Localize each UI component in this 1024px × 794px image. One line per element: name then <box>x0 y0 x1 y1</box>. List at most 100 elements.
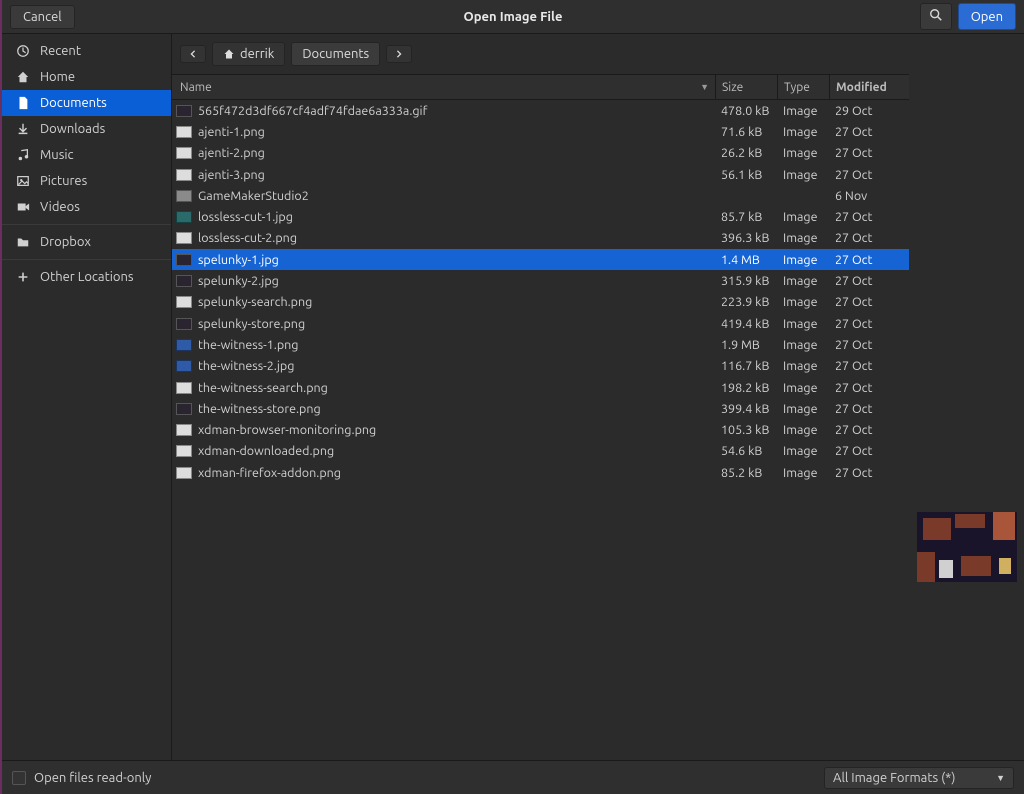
file-icon <box>176 232 192 244</box>
file-row[interactable]: lossless-cut-1.jpg85.7 kBImage27 Oct <box>172 206 909 227</box>
file-icon <box>176 467 192 479</box>
file-icon <box>176 339 192 351</box>
pathbar: derrik Documents <box>172 34 909 74</box>
column-headers: Name ▼ Size Type Modified <box>172 74 909 100</box>
file-name: spelunky-2.jpg <box>198 274 715 288</box>
sidebar-item-other-locations[interactable]: Other Locations <box>2 264 171 290</box>
file-name: xdman-firefox-addon.png <box>198 466 715 480</box>
sidebar-item-label: Downloads <box>40 122 105 136</box>
file-row[interactable]: GameMakerStudio26 Nov <box>172 185 909 206</box>
sidebar-item-label: Pictures <box>40 174 87 188</box>
file-type: Image <box>777 317 829 331</box>
sidebar-item-dropbox[interactable]: Dropbox <box>2 229 171 255</box>
path-home-segment[interactable]: derrik <box>212 42 285 66</box>
file-size: 396.3 kB <box>715 231 777 245</box>
dialog-title: Open Image File <box>2 10 1024 24</box>
file-type: Image <box>777 466 829 480</box>
column-header-type[interactable]: Type <box>777 75 829 99</box>
file-type: Image <box>777 444 829 458</box>
file-name: the-witness-store.png <box>198 402 715 416</box>
column-header-name[interactable]: Name ▼ <box>172 81 715 94</box>
file-icon <box>176 254 192 266</box>
path-back-button[interactable] <box>180 45 206 63</box>
file-modified: 27 Oct <box>829 338 909 352</box>
file-row[interactable]: ajenti-2.png26.2 kBImage27 Oct <box>172 143 909 164</box>
file-row[interactable]: the-witness-1.png1.9 MBImage27 Oct <box>172 334 909 355</box>
filter-label: All Image Formats (*) <box>833 771 955 785</box>
file-row[interactable]: 565f472d3df667cf4adf74fdae6a333a.gif478.… <box>172 100 909 121</box>
file-row[interactable]: spelunky-1.jpg1.4 MBImage27 Oct <box>172 249 909 270</box>
file-icon <box>176 360 192 372</box>
file-size: 85.7 kB <box>715 210 777 224</box>
path-home-label: derrik <box>240 47 274 61</box>
sidebar-item-recent[interactable]: Recent <box>2 38 171 64</box>
file-row[interactable]: ajenti-3.png56.1 kBImage27 Oct <box>172 164 909 185</box>
path-segment-documents[interactable]: Documents <box>291 42 380 66</box>
file-row[interactable]: spelunky-search.png223.9 kBImage27 Oct <box>172 292 909 313</box>
sidebar-item-music[interactable]: Music <box>2 142 171 168</box>
preview-thumbnail <box>917 512 1017 582</box>
readonly-checkbox[interactable] <box>12 771 26 785</box>
filter-dropdown[interactable]: All Image Formats (*) ▼ <box>824 767 1014 789</box>
sidebar-item-home[interactable]: Home <box>2 64 171 90</box>
file-row[interactable]: the-witness-2.jpg116.7 kBImage27 Oct <box>172 356 909 377</box>
file-type: Image <box>777 146 829 160</box>
music-icon <box>16 148 30 162</box>
file-size: 1.9 MB <box>715 338 777 352</box>
file-row[interactable]: xdman-downloaded.png54.6 kBImage27 Oct <box>172 441 909 462</box>
file-row[interactable]: spelunky-2.jpg315.9 kBImage27 Oct <box>172 270 909 291</box>
file-name: GameMakerStudio2 <box>198 189 715 203</box>
file-name: the-witness-1.png <box>198 338 715 352</box>
file-size: 478.0 kB <box>715 104 777 118</box>
cancel-button[interactable]: Cancel <box>10 5 75 29</box>
sidebar-item-downloads[interactable]: Downloads <box>2 116 171 142</box>
file-row[interactable]: the-witness-search.png198.2 kBImage27 Oc… <box>172 377 909 398</box>
sidebar-item-label: Music <box>40 148 74 162</box>
file-size: 116.7 kB <box>715 359 777 373</box>
footer: Open files read-only All Image Formats (… <box>2 760 1024 794</box>
file-type: Image <box>777 231 829 245</box>
file-modified: 27 Oct <box>829 168 909 182</box>
file-modified: 27 Oct <box>829 359 909 373</box>
file-size: 105.3 kB <box>715 423 777 437</box>
file-size: 56.1 kB <box>715 168 777 182</box>
column-header-size[interactable]: Size <box>715 75 777 99</box>
open-button[interactable]: Open <box>958 3 1016 30</box>
chevron-down-icon: ▼ <box>996 773 1005 783</box>
file-type: Image <box>777 253 829 267</box>
column-header-modified[interactable]: Modified <box>829 75 909 99</box>
file-name: xdman-browser-monitoring.png <box>198 423 715 437</box>
file-row[interactable]: xdman-firefox-addon.png85.2 kBImage27 Oc… <box>172 462 909 483</box>
titlebar: Cancel Open Image File Open <box>2 0 1024 34</box>
file-name: lossless-cut-1.jpg <box>198 210 715 224</box>
file-size: 71.6 kB <box>715 125 777 139</box>
file-row[interactable]: spelunky-store.png419.4 kBImage27 Oct <box>172 313 909 334</box>
file-name: xdman-downloaded.png <box>198 444 715 458</box>
file-modified: 27 Oct <box>829 295 909 309</box>
file-type: Image <box>777 104 829 118</box>
file-icon <box>176 105 192 117</box>
file-row[interactable]: xdman-browser-monitoring.png105.3 kBImag… <box>172 419 909 440</box>
path-forward-button[interactable] <box>386 45 412 63</box>
file-row[interactable]: the-witness-store.png399.4 kBImage27 Oct <box>172 398 909 419</box>
file-size: 223.9 kB <box>715 295 777 309</box>
file-icon <box>176 445 192 457</box>
file-modified: 27 Oct <box>829 125 909 139</box>
file-name: spelunky-1.jpg <box>198 253 715 267</box>
doc-icon <box>16 96 30 110</box>
file-size: 198.2 kB <box>715 381 777 395</box>
video-icon <box>16 200 30 214</box>
search-button[interactable] <box>920 3 952 30</box>
clock-icon <box>16 44 30 58</box>
open-file-dialog: Cancel Open Image File Open RecentHomeDo… <box>0 0 1024 794</box>
sidebar-item-documents[interactable]: Documents <box>2 90 171 116</box>
file-icon <box>176 382 192 394</box>
sidebar-item-videos[interactable]: Videos <box>2 194 171 220</box>
file-row[interactable]: ajenti-1.png71.6 kBImage27 Oct <box>172 121 909 142</box>
folder-icon <box>176 190 192 202</box>
file-type: Image <box>777 210 829 224</box>
sidebar-item-pictures[interactable]: Pictures <box>2 168 171 194</box>
file-row[interactable]: lossless-cut-2.png396.3 kBImage27 Oct <box>172 228 909 249</box>
file-list[interactable]: 565f472d3df667cf4adf74fdae6a333a.gif478.… <box>172 100 909 760</box>
file-size: 315.9 kB <box>715 274 777 288</box>
